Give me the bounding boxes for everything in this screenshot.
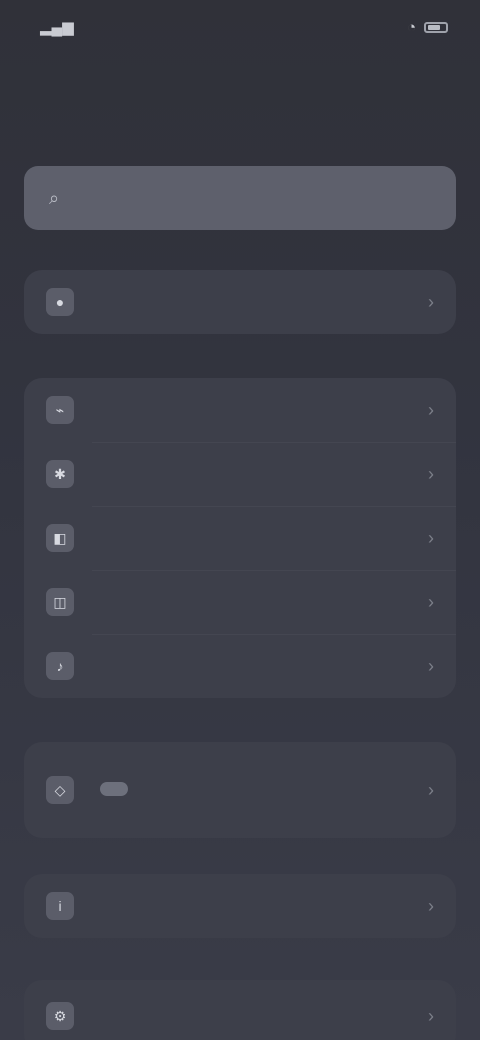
extra-row[interactable]: i ›: [24, 874, 456, 938]
shield-icon: ◇: [46, 776, 74, 804]
search-bar[interactable]: ⌕: [24, 166, 456, 230]
account-row[interactable]: ● ›: [24, 270, 456, 334]
chevron-right-icon: ›: [428, 527, 434, 548]
extra-card: i ›: [24, 874, 456, 938]
chevron-right-icon: ›: [428, 1005, 434, 1026]
footer-card: ⚙ ›: [24, 980, 456, 1040]
status-bar: ▂▄▆ ◔: [0, 0, 480, 54]
settings-screen: ▂▄▆ ◔ ⌕ ● › ⌁ › ✱ › ◧ › ◫ › ♪ › ◇ › i › …: [0, 0, 480, 1040]
chevron-right-icon: ›: [428, 399, 434, 420]
info-icon: i: [46, 892, 74, 920]
battery-icon: [424, 21, 448, 33]
settings-row[interactable]: ✱ ›: [24, 442, 456, 506]
bluetooth-icon: ✱: [46, 460, 74, 488]
footer-row[interactable]: ⚙ ›: [24, 980, 456, 1040]
chevron-right-icon: ›: [428, 779, 434, 800]
status-right: ◔: [407, 19, 448, 36]
featured-label: [90, 780, 388, 801]
account-icon: ●: [46, 288, 74, 316]
search-icon: ⌕: [48, 187, 60, 208]
featured-card: ◇ ›: [24, 742, 456, 838]
settings-row[interactable]: ◫ ›: [24, 570, 456, 634]
sound-icon: ♪: [46, 652, 74, 680]
display-icon: ◧: [46, 524, 74, 552]
chevron-right-icon: ›: [428, 463, 434, 484]
settings-row[interactable]: ⌁ ›: [24, 378, 456, 442]
notification-icon: ◫: [46, 588, 74, 616]
featured-tag: [100, 781, 128, 796]
chevron-right-icon: ›: [428, 895, 434, 916]
network-icon: ⌁: [46, 396, 74, 424]
account-card: ● ›: [24, 270, 456, 334]
featured-row[interactable]: ◇ ›: [24, 742, 456, 838]
wifi-icon: ◔: [406, 18, 416, 36]
settings-row[interactable]: ♪ ›: [24, 634, 456, 698]
settings-row[interactable]: ◧ ›: [24, 506, 456, 570]
signal-icon: ▂▄▆: [40, 19, 74, 36]
chevron-right-icon: ›: [428, 291, 434, 312]
search-input[interactable]: [80, 186, 438, 210]
status-left: ▂▄▆: [32, 18, 74, 36]
chevron-right-icon: ›: [428, 591, 434, 612]
settings-card: ⌁ › ✱ › ◧ › ◫ › ♪ ›: [24, 378, 456, 698]
chevron-right-icon: ›: [428, 655, 434, 676]
settings-icon: ⚙: [46, 1002, 74, 1030]
